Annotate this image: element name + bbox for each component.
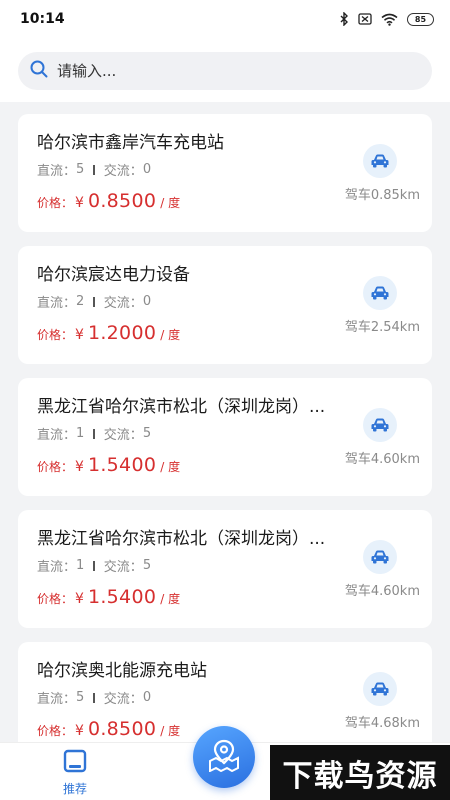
ac-label: 交流： bbox=[103, 692, 143, 707]
drive-distance: 驾车0.85km bbox=[344, 188, 420, 203]
car-icon[interactable] bbox=[363, 144, 397, 178]
status-icons: 85 bbox=[340, 12, 434, 26]
dc-count: 5 bbox=[76, 162, 85, 177]
ac-label: 交流： bbox=[103, 164, 143, 179]
dc-label: 直流： bbox=[37, 428, 77, 443]
station-price: 价格： ¥ 1.2000 / 度 bbox=[37, 322, 180, 344]
price-unit: / 度 bbox=[160, 724, 181, 738]
status-bar: 10:14 85 bbox=[0, 0, 450, 38]
dc-count: 1 bbox=[76, 426, 85, 441]
meta-divider bbox=[93, 692, 95, 703]
wifi-icon bbox=[381, 13, 398, 26]
price-currency: ¥ bbox=[75, 327, 84, 343]
price-unit: / 度 bbox=[160, 592, 181, 606]
price-currency: ¥ bbox=[75, 195, 84, 211]
price-value: 1.2000 bbox=[87, 322, 157, 344]
station-price: 价格： ¥ 0.8500 / 度 bbox=[37, 190, 180, 212]
charger-counts: 直流： 5 交流： 0 bbox=[37, 160, 151, 179]
price-label: 价格： bbox=[37, 196, 74, 210]
station-card[interactable]: 黑龙江省哈尔滨市松北（深圳龙岗）... 直流： 1 交流： 5 价格： ¥ 1.… bbox=[18, 510, 432, 628]
station-price: 价格： ¥ 0.8500 / 度 bbox=[37, 718, 180, 740]
price-label: 价格： bbox=[37, 460, 74, 474]
map-location-icon bbox=[207, 738, 241, 776]
price-unit: / 度 bbox=[160, 328, 181, 342]
meta-divider bbox=[93, 296, 95, 307]
tab-recommend[interactable]: 推荐 bbox=[48, 749, 102, 797]
station-list: 哈尔滨市鑫岸汽车充电站 直流： 5 交流： 0 价格： ¥ 0.8500 / 度… bbox=[0, 102, 450, 742]
search-icon bbox=[30, 60, 48, 82]
ac-count: 5 bbox=[142, 426, 152, 441]
price-value: 1.5400 bbox=[87, 454, 157, 476]
tab-recommend-label: 推荐 bbox=[62, 782, 87, 796]
price-value: 1.5400 bbox=[87, 586, 157, 608]
car-icon[interactable] bbox=[363, 408, 397, 442]
price-unit: / 度 bbox=[160, 460, 181, 474]
charger-counts: 直流： 1 交流： 5 bbox=[37, 424, 151, 443]
watermark-text: 下载鸟资源 bbox=[282, 758, 438, 794]
car-icon[interactable] bbox=[363, 540, 397, 574]
charger-counts: 直流： 2 交流： 0 bbox=[37, 292, 151, 311]
dc-label: 直流： bbox=[37, 560, 77, 575]
dc-count: 5 bbox=[76, 690, 85, 705]
drive-distance: 驾车4.60km bbox=[344, 584, 420, 599]
station-name: 哈尔滨市鑫岸汽车充电站 bbox=[37, 133, 224, 153]
station-card[interactable]: 哈尔滨宸达电力设备 直流： 2 交流： 0 价格： ¥ 1.2000 / 度 驾… bbox=[18, 246, 432, 364]
station-name: 哈尔滨宸达电力设备 bbox=[37, 265, 190, 285]
charger-counts: 直流： 1 交流： 5 bbox=[37, 556, 151, 575]
sim-off-icon bbox=[358, 13, 372, 25]
station-name: 黑龙江省哈尔滨市松北（深圳龙岗）... bbox=[37, 529, 326, 549]
bluetooth-icon bbox=[340, 12, 349, 26]
station-name: 黑龙江省哈尔滨市松北（深圳龙岗）... bbox=[37, 397, 326, 417]
search-input[interactable] bbox=[57, 62, 387, 80]
recommend-tab-icon bbox=[63, 749, 87, 777]
dc-label: 直流： bbox=[37, 164, 77, 179]
search-bar bbox=[0, 38, 450, 102]
dc-count: 1 bbox=[76, 558, 85, 573]
price-currency: ¥ bbox=[75, 723, 84, 739]
meta-divider bbox=[93, 428, 95, 439]
drive-distance: 驾车2.54km bbox=[344, 320, 420, 335]
ac-count: 0 bbox=[142, 690, 152, 705]
dc-label: 直流： bbox=[37, 692, 77, 707]
price-currency: ¥ bbox=[75, 459, 84, 475]
car-icon[interactable] bbox=[363, 276, 397, 310]
map-button[interactable] bbox=[193, 726, 255, 788]
price-currency: ¥ bbox=[75, 591, 84, 607]
charger-counts: 直流： 5 交流： 0 bbox=[37, 688, 151, 707]
car-icon[interactable] bbox=[363, 672, 397, 706]
battery-icon: 85 bbox=[407, 12, 434, 26]
dc-count: 2 bbox=[76, 294, 85, 309]
station-name: 哈尔滨奥北能源充电站 bbox=[37, 661, 207, 681]
status-time: 10:14 bbox=[20, 11, 65, 27]
ac-label: 交流： bbox=[103, 560, 143, 575]
station-card[interactable]: 黑龙江省哈尔滨市松北（深圳龙岗）... 直流： 1 交流： 5 价格： ¥ 1.… bbox=[18, 378, 432, 496]
meta-divider bbox=[93, 164, 95, 175]
search-box[interactable] bbox=[18, 52, 432, 90]
drive-distance: 驾车4.68km bbox=[344, 716, 420, 731]
dc-label: 直流： bbox=[37, 296, 77, 311]
price-label: 价格： bbox=[37, 592, 74, 606]
station-price: 价格： ¥ 1.5400 / 度 bbox=[37, 454, 180, 476]
price-label: 价格： bbox=[37, 328, 74, 342]
meta-divider bbox=[93, 560, 95, 571]
station-card[interactable]: 哈尔滨市鑫岸汽车充电站 直流： 5 交流： 0 价格： ¥ 0.8500 / 度… bbox=[18, 114, 432, 232]
ac-label: 交流： bbox=[103, 428, 143, 443]
watermark-logo: 下载鸟资源 bbox=[270, 745, 450, 800]
price-value: 0.8500 bbox=[87, 718, 157, 740]
drive-distance: 驾车4.60km bbox=[344, 452, 420, 467]
price-label: 价格： bbox=[37, 724, 74, 738]
ac-count: 0 bbox=[142, 294, 152, 309]
ac-count: 5 bbox=[142, 558, 152, 573]
price-value: 0.8500 bbox=[87, 190, 157, 212]
ac-label: 交流： bbox=[103, 296, 143, 311]
station-price: 价格： ¥ 1.5400 / 度 bbox=[37, 586, 180, 608]
price-unit: / 度 bbox=[160, 196, 181, 210]
ac-count: 0 bbox=[142, 162, 152, 177]
